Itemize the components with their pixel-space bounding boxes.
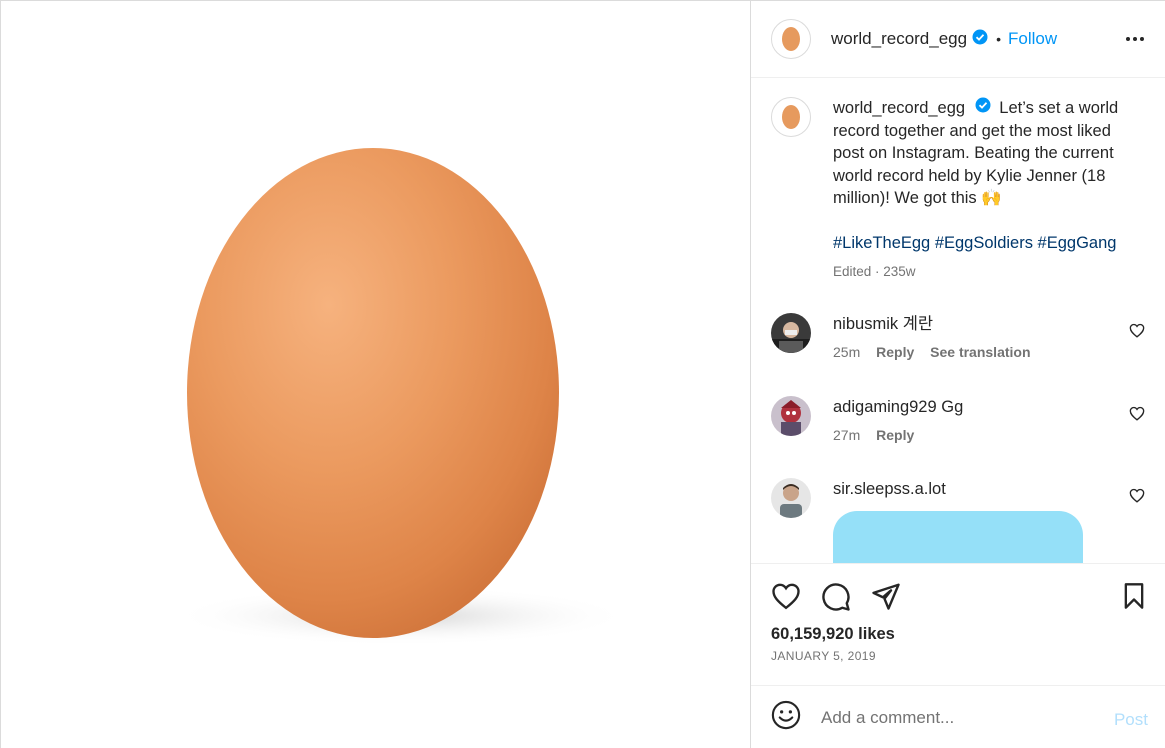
follow-button[interactable]: Follow: [1008, 29, 1057, 49]
see-translation-button[interactable]: See translation: [930, 344, 1030, 360]
comment-icon[interactable]: [821, 582, 851, 617]
comment-content: sir.sleepss.a.lot: [833, 478, 946, 500]
comment-like-heart-icon[interactable]: [1129, 406, 1145, 426]
comment-meta: 25m Reply See translation: [833, 344, 1043, 360]
comment-item: nibusmik 계란 25m Reply See translation: [771, 313, 1165, 360]
post-header: world_record_egg • Follow: [751, 1, 1165, 78]
caption-body: world_record_egg Let’s set a world recor…: [833, 97, 1133, 284]
post-caption: world_record_egg Let’s set a world recor…: [771, 97, 1151, 284]
verified-badge-icon: [975, 97, 991, 120]
author-username[interactable]: world_record_egg: [831, 29, 967, 49]
caption-author-avatar[interactable]: [771, 97, 811, 137]
comment-text: 계란: [902, 315, 934, 333]
comment-text: Gg: [941, 398, 964, 416]
likes-count[interactable]: 60,159,920 likes: [771, 625, 895, 644]
egg-photo: [171, 148, 621, 646]
bookmark-icon[interactable]: [1121, 582, 1147, 615]
reply-button[interactable]: Reply: [876, 344, 914, 360]
comment-meta: 27m Reply: [833, 427, 963, 443]
share-icon[interactable]: [871, 582, 901, 615]
author-avatar[interactable]: [771, 19, 811, 59]
comment-composer: Post: [751, 685, 1165, 748]
commenter-avatar[interactable]: [771, 313, 811, 353]
comment-like-heart-icon[interactable]: [1129, 488, 1145, 508]
caption-meta: Edited · 235w: [833, 264, 916, 280]
comment-username[interactable]: nibusmik: [833, 315, 898, 333]
comment-item: adigaming929 Gg 27m Reply: [771, 396, 1165, 443]
caption-hashtags[interactable]: #LikeTheEgg #EggSoldiers #EggGang: [833, 232, 1133, 255]
comment-image-attachment[interactable]: [833, 511, 1083, 563]
post-sidebar: world_record_egg • Follow world_record_e…: [751, 0, 1165, 748]
post-date: JANUARY 5, 2019: [771, 649, 876, 663]
comment-time: 27m: [833, 427, 861, 443]
post-actions: 60,159,920 likes JANUARY 5, 2019: [751, 563, 1165, 685]
post-comment-button[interactable]: Post: [1114, 710, 1148, 730]
separator-dot: •: [996, 31, 1001, 47]
caption-username[interactable]: world_record_egg: [833, 99, 965, 117]
comment-content: adigaming929 Gg: [833, 396, 963, 418]
emoji-icon[interactable]: [771, 700, 801, 735]
comment-input[interactable]: [821, 707, 1101, 728]
verified-badge-icon: [972, 29, 988, 50]
comment-username[interactable]: adigaming929: [833, 398, 937, 416]
commenter-avatar[interactable]: [771, 396, 811, 436]
post-media[interactable]: [0, 0, 751, 748]
comment-content: nibusmik 계란: [833, 313, 1043, 335]
comment-like-heart-icon[interactable]: [1129, 323, 1145, 343]
reply-button[interactable]: Reply: [876, 427, 914, 443]
more-options-icon[interactable]: [1125, 28, 1145, 55]
comment-time: 25m: [833, 344, 861, 360]
comment-username[interactable]: sir.sleepss.a.lot: [833, 480, 946, 498]
commenter-avatar[interactable]: [771, 478, 811, 518]
heart-icon[interactable]: [771, 582, 801, 615]
